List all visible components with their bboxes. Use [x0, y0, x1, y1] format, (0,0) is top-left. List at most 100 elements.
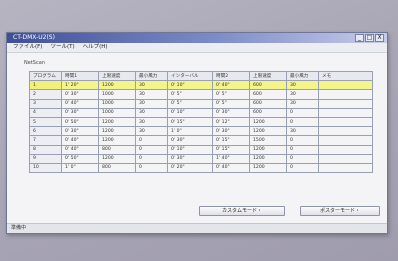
- table-cell[interactable]: [318, 153, 373, 164]
- table-cell[interactable]: 0: [286, 144, 319, 155]
- table-cell[interactable]: [318, 135, 373, 146]
- row-header-cell[interactable]: 3: [29, 98, 62, 109]
- table-cell[interactable]: 0' 40": [61, 135, 99, 146]
- table-cell[interactable]: [318, 80, 373, 91]
- menu-file[interactable]: ファイル(F): [13, 43, 42, 52]
- table-cell[interactable]: 1' 20": [61, 80, 99, 91]
- table-cell[interactable]: 0' 30": [61, 126, 99, 137]
- column-header[interactable]: プログラム: [29, 70, 62, 82]
- table-cell[interactable]: 1000: [98, 107, 136, 118]
- table-cell[interactable]: 0' 10": [167, 144, 213, 155]
- table-cell[interactable]: 30: [135, 89, 168, 100]
- table-cell[interactable]: 1200: [98, 153, 136, 164]
- table-cell[interactable]: 0' 30": [212, 107, 250, 118]
- row-header-cell[interactable]: 10: [29, 162, 62, 174]
- column-header[interactable]: 時間1: [61, 70, 99, 82]
- table-cell[interactable]: 1' 0": [61, 162, 99, 174]
- table-cell[interactable]: 0' 40": [61, 98, 99, 109]
- row-header-cell[interactable]: 8: [29, 144, 62, 155]
- table-row[interactable]: 6 0' 30" 1200 30 1' 0" 0' 30" 1200 30: [29, 126, 373, 137]
- table-cell[interactable]: 30: [135, 107, 168, 118]
- table-cell[interactable]: 0' 15": [167, 116, 213, 128]
- column-header[interactable]: メモ: [318, 70, 373, 82]
- table-cell[interactable]: 0' 50": [61, 116, 99, 128]
- table-cell[interactable]: 1200: [98, 135, 136, 146]
- table-row[interactable]: 4 0' 30" 1000 30 0' 10" 0' 30" 600 0: [29, 107, 373, 118]
- table-cell[interactable]: 0' 5": [212, 89, 250, 100]
- column-header[interactable]: 時間2: [212, 70, 250, 82]
- column-header[interactable]: 上限速度: [98, 70, 136, 82]
- table-cell[interactable]: [318, 89, 373, 100]
- table-row[interactable]: 10 1' 0" 800 0 0' 20" 0' 40" 1200 0: [29, 162, 373, 174]
- table-cell[interactable]: 600: [249, 98, 287, 109]
- table-cell[interactable]: 0' 30": [167, 153, 213, 164]
- table-cell[interactable]: 1200: [249, 144, 287, 155]
- table-cell[interactable]: 0' 30": [167, 135, 213, 146]
- table-cell[interactable]: 1000: [98, 89, 136, 100]
- table-cell[interactable]: 1200: [98, 80, 136, 91]
- table-cell[interactable]: 0' 30": [212, 126, 250, 137]
- table-cell[interactable]: 0' 15": [212, 135, 250, 146]
- table-row[interactable]: 5 0' 50" 1200 30 0' 15" 0' 12" 1200 0: [29, 116, 373, 128]
- table-cell[interactable]: 1200: [249, 153, 287, 164]
- table-cell[interactable]: 0: [135, 162, 168, 174]
- table-cell[interactable]: 0: [135, 144, 168, 155]
- table-cell[interactable]: 30: [286, 98, 319, 109]
- table-cell[interactable]: 800: [98, 144, 136, 155]
- table-cell[interactable]: 30: [135, 98, 168, 109]
- table-cell[interactable]: 800: [98, 162, 136, 174]
- table-cell[interactable]: 0: [286, 153, 319, 164]
- table-cell[interactable]: 0' 15": [212, 144, 250, 155]
- table-cell[interactable]: 0' 40": [61, 144, 99, 155]
- table-cell[interactable]: [318, 116, 373, 128]
- table-cell[interactable]: 0' 40": [212, 162, 250, 174]
- custom-mode-button[interactable]: カスタムモード・: [199, 206, 285, 216]
- table-cell[interactable]: 0: [286, 162, 319, 174]
- table-cell[interactable]: 0' 5": [167, 89, 213, 100]
- table-cell[interactable]: 1200: [249, 162, 287, 174]
- table-cell[interactable]: 0' 20": [167, 162, 213, 174]
- table-cell[interactable]: [318, 144, 373, 155]
- close-button[interactable]: X: [375, 34, 384, 42]
- table-cell[interactable]: 1' 40": [212, 153, 250, 164]
- table-cell[interactable]: 0: [135, 153, 168, 164]
- table-cell[interactable]: 30: [135, 126, 168, 137]
- table-cell[interactable]: 0' 10": [167, 107, 213, 118]
- menu-tools[interactable]: ツール(T): [50, 43, 74, 52]
- table-row[interactable]: 3 0' 40" 1000 30 0' 5" 0' 5" 600 30: [29, 98, 373, 109]
- table-cell[interactable]: 1500: [249, 135, 287, 146]
- table-cell[interactable]: [318, 162, 373, 174]
- table-cell[interactable]: 1200: [98, 116, 136, 128]
- table-row[interactable]: 9 0' 50" 1200 0 0' 30" 1' 40" 1200 0: [29, 153, 373, 164]
- row-header-cell[interactable]: 9: [29, 153, 62, 164]
- table-row[interactable]: 7 0' 40" 1200 0 0' 30" 0' 15" 1500 0: [29, 135, 373, 146]
- table-cell[interactable]: 0' 30": [61, 107, 99, 118]
- table-cell[interactable]: 0: [286, 135, 319, 146]
- column-header[interactable]: 上限速度: [249, 70, 287, 82]
- row-header-cell[interactable]: 2: [29, 89, 62, 100]
- row-header-cell[interactable]: 7: [29, 135, 62, 146]
- table-row[interactable]: 1 1' 20" 1200 30 0' 10" 0' 40" 600 30: [29, 80, 373, 91]
- table-cell[interactable]: 1200: [98, 126, 136, 137]
- table-cell[interactable]: [318, 107, 373, 118]
- column-header[interactable]: インターバル: [167, 70, 213, 82]
- table-cell[interactable]: 600: [249, 89, 287, 100]
- table-cell[interactable]: 0' 5": [212, 98, 250, 109]
- table-cell[interactable]: 0' 10": [167, 80, 213, 91]
- column-header[interactable]: 最小風力: [135, 70, 168, 82]
- table-cell[interactable]: 0: [286, 116, 319, 128]
- table-cell[interactable]: 0: [286, 107, 319, 118]
- table-cell[interactable]: 0' 30": [61, 89, 99, 100]
- table-cell[interactable]: 600: [249, 80, 287, 91]
- table-cell[interactable]: 30: [286, 80, 319, 91]
- table-cell[interactable]: 0' 40": [212, 80, 250, 91]
- table-row[interactable]: 8 0' 40" 800 0 0' 10" 0' 15" 1200 0: [29, 144, 373, 155]
- table-cell[interactable]: [318, 126, 373, 137]
- table-cell[interactable]: [318, 98, 373, 109]
- table-cell[interactable]: 30: [135, 80, 168, 91]
- table-cell[interactable]: 0' 5": [167, 98, 213, 109]
- row-header-cell[interactable]: 5: [29, 116, 62, 128]
- maximize-button[interactable]: □: [365, 34, 374, 42]
- table-cell[interactable]: 1' 0": [167, 126, 213, 137]
- poster-mode-button[interactable]: ポスターモード・: [300, 206, 380, 216]
